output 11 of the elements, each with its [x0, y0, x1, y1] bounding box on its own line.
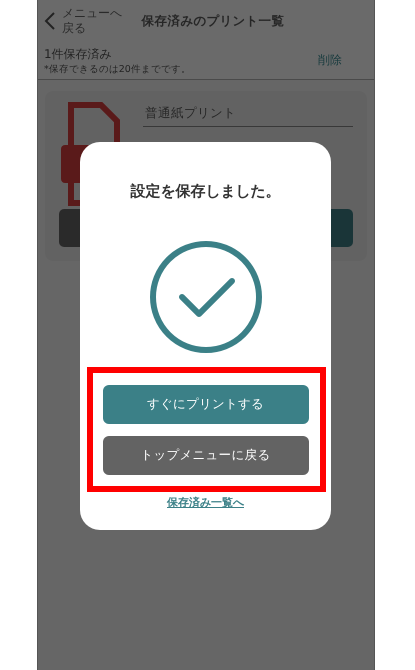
- back-icon[interactable]: [44, 11, 56, 31]
- limit-note: *保存できるのは20件までです。: [44, 62, 191, 76]
- card-title: 普通紙プリント: [143, 101, 353, 127]
- saved-list-link[interactable]: 保存済み一覧へ: [167, 495, 244, 510]
- check-circle-icon: [148, 239, 264, 355]
- saved-count: 1件保存済み: [44, 46, 113, 62]
- page-title: 保存済みのプリント一覧: [142, 12, 285, 30]
- back-link[interactable]: メニューへ戻る: [62, 6, 126, 36]
- print-now-button[interactable]: すぐにプリントする: [102, 385, 308, 424]
- dialog-message: 設定を保存しました。: [130, 182, 280, 201]
- top-menu-button[interactable]: トップメニューに戻る: [102, 436, 308, 475]
